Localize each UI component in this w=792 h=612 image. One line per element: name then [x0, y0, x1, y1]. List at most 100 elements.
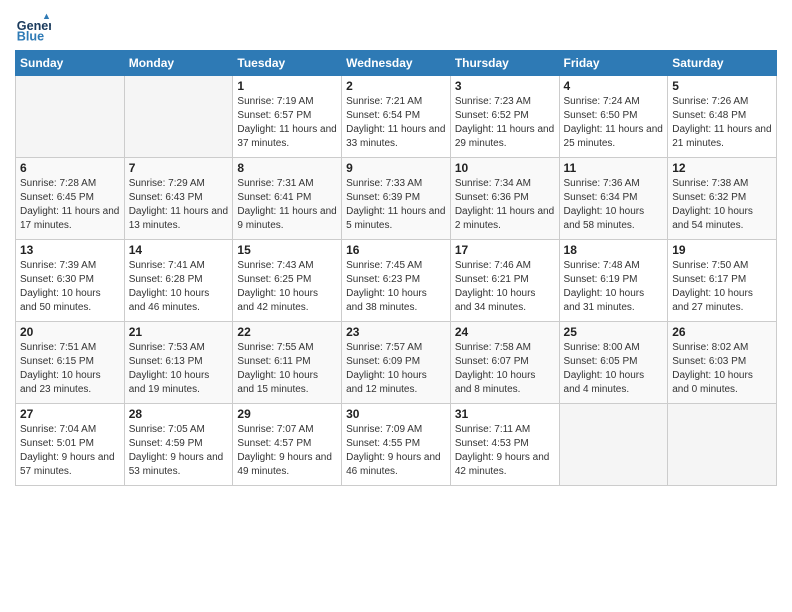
day-info: Sunrise: 7:07 AMSunset: 4:57 PMDaylight:… — [237, 423, 337, 479]
calendar-cell: 19 Sunrise: 7:50 AMSunset: 6:17 PMDayligh… — [668, 240, 777, 322]
day-info: Sunrise: 7:09 AMSunset: 4:55 PMDaylight:… — [346, 423, 446, 479]
day-info: Sunrise: 7:31 AMSunset: 6:41 PMDaylight:… — [237, 177, 337, 233]
calendar-cell: 23Sunrise: 7:57 AMSunset: 6:09 PMDayligh… — [342, 322, 451, 404]
day-number: 15 — [237, 243, 337, 257]
day-number: 25 — [564, 325, 664, 339]
day-number: 30 — [346, 407, 446, 421]
weekday-header: Tuesday — [233, 51, 342, 76]
calendar-cell: 8 Sunrise: 7:31 AMSunset: 6:41 PMDaylight… — [233, 158, 342, 240]
day-info: Sunrise: 7:45 AMSunset: 6:23 PMDaylight:… — [346, 259, 446, 315]
day-number: 26 — [672, 325, 772, 339]
day-number: 24 — [455, 325, 555, 339]
calendar-cell: 29 Sunrise: 7:07 AMSunset: 4:57 PMDayligh… — [233, 404, 342, 486]
day-info: Sunrise: 7:34 AMSunset: 6:36 PMDaylight:… — [455, 177, 555, 233]
day-number: 31 — [455, 407, 555, 421]
calendar-cell — [668, 404, 777, 486]
day-number: 4 — [564, 79, 664, 93]
day-number: 28 — [129, 407, 229, 421]
day-number: 19 — [672, 243, 772, 257]
day-number: 22 — [237, 325, 337, 339]
day-number: 21 — [129, 325, 229, 339]
calendar-header-row: SundayMondayTuesdayWednesdayThursdayFrid… — [16, 51, 777, 76]
weekday-header: Friday — [559, 51, 668, 76]
day-info: Sunrise: 7:51 AMSunset: 6:15 PMDaylight:… — [20, 341, 120, 397]
day-number: 2 — [346, 79, 446, 93]
calendar-cell: 14 Sunrise: 7:41 AMSunset: 6:28 PMDayligh… — [124, 240, 233, 322]
day-number: 29 — [237, 407, 337, 421]
calendar-cell: 2 Sunrise: 7:21 AMSunset: 6:54 PMDaylight… — [342, 76, 451, 158]
day-number: 5 — [672, 79, 772, 93]
calendar-cell: 6Sunrise: 7:28 AMSunset: 6:45 PMDaylight… — [16, 158, 125, 240]
day-info: Sunrise: 7:29 AMSunset: 6:43 PMDaylight:… — [129, 177, 229, 233]
calendar-body: 1 Sunrise: 7:19 AMSunset: 6:57 PMDaylight… — [16, 76, 777, 486]
calendar-week-row: 6Sunrise: 7:28 AMSunset: 6:45 PMDaylight… — [16, 158, 777, 240]
day-number: 10 — [455, 161, 555, 175]
weekday-header: Saturday — [668, 51, 777, 76]
day-info: Sunrise: 7:38 AMSunset: 6:32 PMDaylight:… — [672, 177, 772, 233]
svg-text:Blue: Blue — [17, 30, 44, 44]
day-info: Sunrise: 7:23 AMSunset: 6:52 PMDaylight:… — [455, 95, 555, 151]
calendar-cell: 5 Sunrise: 7:26 AMSunset: 6:48 PMDaylight… — [668, 76, 777, 158]
calendar-cell: 7 Sunrise: 7:29 AMSunset: 6:43 PMDaylight… — [124, 158, 233, 240]
day-number: 13 — [20, 243, 120, 257]
day-info: Sunrise: 7:19 AMSunset: 6:57 PMDaylight:… — [237, 95, 337, 151]
calendar-cell: 20 Sunrise: 7:51 AMSunset: 6:15 PMDayligh… — [16, 322, 125, 404]
calendar-cell: 18Sunrise: 7:48 AMSunset: 6:19 PMDayligh… — [559, 240, 668, 322]
day-number: 16 — [346, 243, 446, 257]
day-info: Sunrise: 7:50 AMSunset: 6:17 PMDaylight:… — [672, 259, 772, 315]
calendar-cell: 31 Sunrise: 7:11 AMSunset: 4:53 PMDayligh… — [450, 404, 559, 486]
header: General Blue — [15, 10, 777, 46]
day-number: 18 — [564, 243, 664, 257]
calendar-cell: 21 Sunrise: 7:53 AMSunset: 6:13 PMDayligh… — [124, 322, 233, 404]
day-info: Sunrise: 7:24 AMSunset: 6:50 PMDaylight:… — [564, 95, 664, 151]
day-info: Sunrise: 7:43 AMSunset: 6:25 PMDaylight:… — [237, 259, 337, 315]
day-number: 1 — [237, 79, 337, 93]
calendar-cell: 10 Sunrise: 7:34 AMSunset: 6:36 PMDayligh… — [450, 158, 559, 240]
calendar-week-row: 13 Sunrise: 7:39 AMSunset: 6:30 PMDayligh… — [16, 240, 777, 322]
calendar-week-row: 27 Sunrise: 7:04 AMSunset: 5:01 PMDayligh… — [16, 404, 777, 486]
day-number: 6 — [20, 161, 120, 175]
day-number: 8 — [237, 161, 337, 175]
calendar-table: SundayMondayTuesdayWednesdayThursdayFrid… — [15, 50, 777, 486]
calendar-cell: 24 Sunrise: 7:58 AMSunset: 6:07 PMDayligh… — [450, 322, 559, 404]
day-info: Sunrise: 7:21 AMSunset: 6:54 PMDaylight:… — [346, 95, 446, 151]
day-info: Sunrise: 7:41 AMSunset: 6:28 PMDaylight:… — [129, 259, 229, 315]
day-info: Sunrise: 7:04 AMSunset: 5:01 PMDaylight:… — [20, 423, 120, 479]
weekday-header: Wednesday — [342, 51, 451, 76]
day-info: Sunrise: 7:33 AMSunset: 6:39 PMDaylight:… — [346, 177, 446, 233]
calendar-cell — [559, 404, 668, 486]
day-number: 7 — [129, 161, 229, 175]
day-number: 3 — [455, 79, 555, 93]
calendar-cell: 1 Sunrise: 7:19 AMSunset: 6:57 PMDaylight… — [233, 76, 342, 158]
calendar-cell: 15 Sunrise: 7:43 AMSunset: 6:25 PMDayligh… — [233, 240, 342, 322]
day-info: Sunrise: 7:05 AMSunset: 4:59 PMDaylight:… — [129, 423, 229, 479]
day-number: 14 — [129, 243, 229, 257]
day-info: Sunrise: 7:11 AMSunset: 4:53 PMDaylight:… — [455, 423, 555, 479]
calendar-cell: 26 Sunrise: 8:02 AMSunset: 6:03 PMDayligh… — [668, 322, 777, 404]
weekday-header: Monday — [124, 51, 233, 76]
logo: General Blue — [15, 10, 55, 46]
day-number: 17 — [455, 243, 555, 257]
day-info: Sunrise: 7:36 AMSunset: 6:34 PMDaylight:… — [564, 177, 664, 233]
calendar-cell — [16, 76, 125, 158]
day-info: Sunrise: 7:53 AMSunset: 6:13 PMDaylight:… — [129, 341, 229, 397]
day-number: 12 — [672, 161, 772, 175]
day-info: Sunrise: 7:55 AMSunset: 6:11 PMDaylight:… — [237, 341, 337, 397]
calendar-cell: 13 Sunrise: 7:39 AMSunset: 6:30 PMDayligh… — [16, 240, 125, 322]
day-info: Sunrise: 7:39 AMSunset: 6:30 PMDaylight:… — [20, 259, 120, 315]
calendar-cell: 25Sunrise: 8:00 AMSunset: 6:05 PMDayligh… — [559, 322, 668, 404]
calendar-cell: 22 Sunrise: 7:55 AMSunset: 6:11 PMDayligh… — [233, 322, 342, 404]
calendar-cell: 16 Sunrise: 7:45 AMSunset: 6:23 PMDayligh… — [342, 240, 451, 322]
day-info: Sunrise: 8:02 AMSunset: 6:03 PMDaylight:… — [672, 341, 772, 397]
calendar-cell: 12 Sunrise: 7:38 AMSunset: 6:32 PMDayligh… — [668, 158, 777, 240]
page-container: General Blue SundayMondayTuesdayWednesda… — [0, 0, 792, 496]
day-info: Sunrise: 7:58 AMSunset: 6:07 PMDaylight:… — [455, 341, 555, 397]
day-info: Sunrise: 7:26 AMSunset: 6:48 PMDaylight:… — [672, 95, 772, 151]
calendar-cell: 30 Sunrise: 7:09 AMSunset: 4:55 PMDayligh… — [342, 404, 451, 486]
day-number: 27 — [20, 407, 120, 421]
calendar-cell: 17 Sunrise: 7:46 AMSunset: 6:21 PMDayligh… — [450, 240, 559, 322]
day-number: 20 — [20, 325, 120, 339]
calendar-week-row: 20 Sunrise: 7:51 AMSunset: 6:15 PMDayligh… — [16, 322, 777, 404]
calendar-cell: 4 Sunrise: 7:24 AMSunset: 6:50 PMDaylight… — [559, 76, 668, 158]
day-info: Sunrise: 7:46 AMSunset: 6:21 PMDaylight:… — [455, 259, 555, 315]
